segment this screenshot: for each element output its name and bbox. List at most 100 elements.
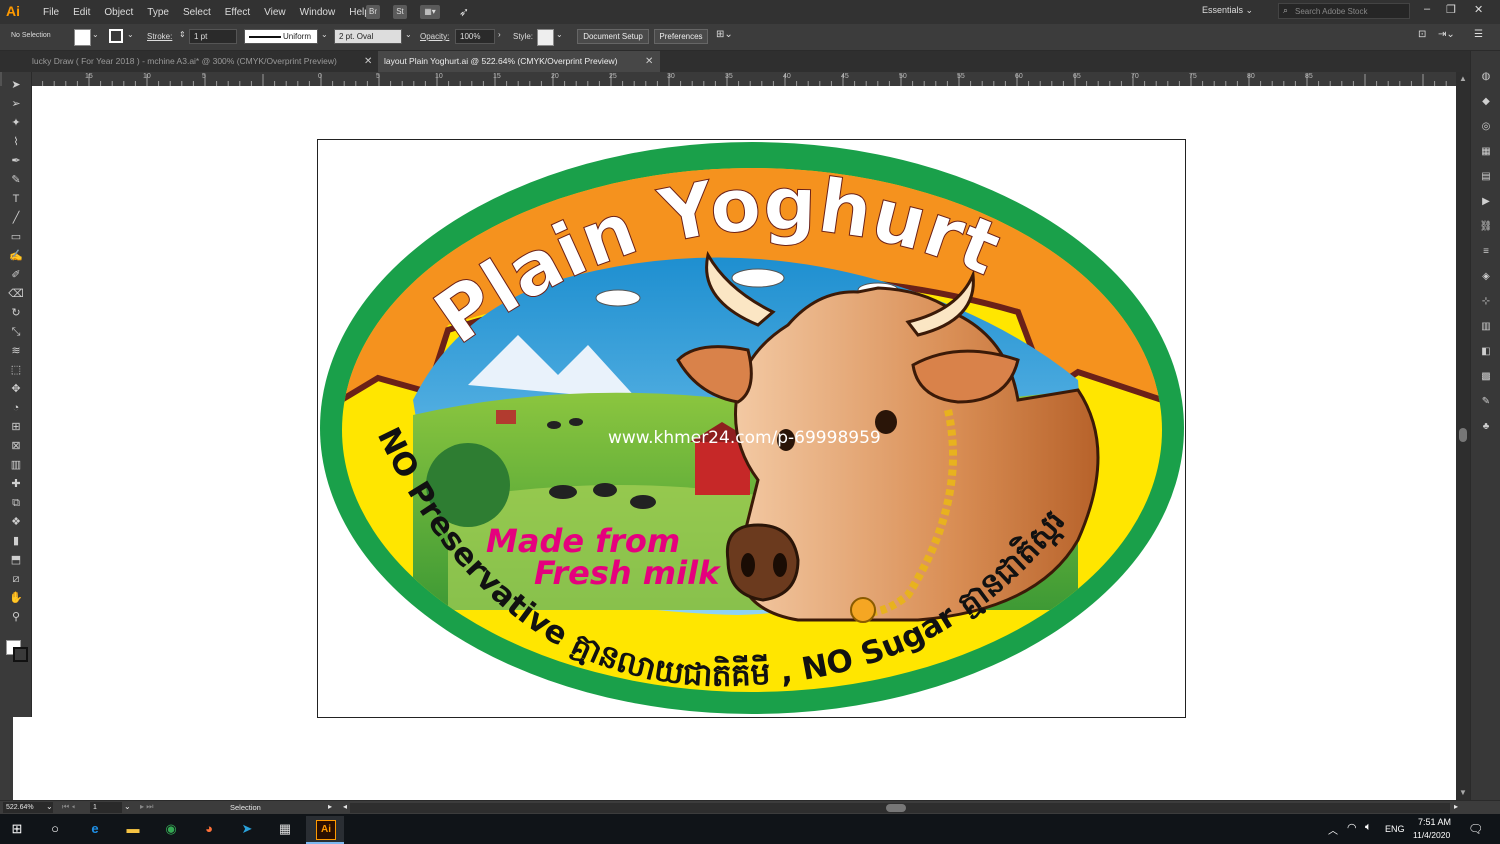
minimize-icon[interactable]: – — [1424, 3, 1430, 15]
hscroll-right-icon[interactable]: ▸ — [1454, 802, 1458, 811]
lasso-tool-icon[interactable]: ⌇ — [8, 135, 24, 149]
type-tool-icon[interactable]: T — [8, 192, 24, 206]
rectangle-tool-icon[interactable]: ▭ — [8, 230, 24, 244]
stroke-profile-dropdown-icon[interactable]: ⌄ — [321, 30, 328, 39]
search-adobe-stock-input[interactable]: Search Adobe Stock — [1278, 3, 1410, 19]
clock-date[interactable]: 11/4/2020 — [1413, 830, 1450, 840]
scale-tool-icon[interactable]: ⤡ — [8, 325, 24, 339]
column-graph-tool-icon[interactable]: ▮ — [8, 534, 24, 548]
shaper-tool-icon[interactable]: ✐ — [8, 268, 24, 282]
gradient-panel-icon[interactable]: ▤ — [1479, 171, 1493, 183]
language-indicator[interactable]: ENG — [1385, 824, 1405, 834]
menu-edit[interactable]: Edit — [66, 7, 97, 18]
actions-panel-icon[interactable]: ▶ — [1479, 196, 1493, 208]
magic-wand-tool-icon[interactable]: ✦ — [8, 116, 24, 130]
artboard-dropdown-icon[interactable]: ⌄ — [124, 802, 131, 811]
tab-plain-yoghurt[interactable]: layout Plain Yoghurt.ai @ 522.64% (CMYK/… — [378, 51, 660, 72]
free-transform-tool-icon[interactable]: ⬚ — [8, 363, 24, 377]
scroll-thumb[interactable] — [1459, 428, 1467, 442]
preferences-button[interactable]: Preferences — [654, 29, 708, 44]
gradient-tool-icon[interactable]: ▥ — [8, 458, 24, 472]
stroke-swatch-dropdown-icon[interactable]: ⌄ — [127, 30, 134, 39]
calculator-icon[interactable]: ▦ — [276, 820, 294, 838]
tab-close-icon[interactable]: ✕ — [645, 56, 653, 67]
menu-select[interactable]: Select — [176, 7, 218, 18]
color-guide-panel-icon[interactable]: ▦ — [1479, 146, 1493, 158]
style-dropdown-icon[interactable]: ⌄ — [556, 30, 563, 39]
eraser-tool-icon[interactable]: ⌫ — [8, 287, 24, 301]
shape-builder-tool-icon[interactable]: ◔ — [8, 401, 24, 415]
image-trace-panel-icon[interactable]: ▩ — [1479, 371, 1493, 383]
perspective-grid-tool-icon[interactable]: ⊞ — [8, 420, 24, 434]
menu-type[interactable]: Type — [140, 7, 176, 18]
libraries-panel-icon[interactable]: ◆ — [1479, 96, 1493, 108]
horizontal-ruler[interactable]: 15 10 5 0 5 10 15 20 25 30 35 40 45 50 5… — [31, 72, 1456, 87]
align-panel-icon[interactable]: ▥ — [1479, 321, 1493, 333]
links-panel-icon[interactable]: ⛓ — [1479, 221, 1493, 233]
color-panel-icon[interactable]: ◍ — [1479, 71, 1493, 83]
arrange-icon[interactable]: ⊞⌄ — [716, 29, 733, 40]
hscroll-left-icon[interactable]: ◂ — [343, 802, 347, 811]
layers-panel-icon[interactable]: ◈ — [1479, 271, 1493, 283]
direct-selection-tool-icon[interactable]: ➢ — [8, 97, 24, 111]
tray-chevron-icon[interactable]: ︿ — [1328, 822, 1338, 837]
paintbrush-tool-icon[interactable]: ✍ — [8, 249, 24, 263]
stroke-swatch[interactable] — [109, 29, 123, 43]
edge-icon[interactable]: e — [86, 820, 104, 838]
align-icon[interactable]: ⊡ — [1418, 29, 1426, 40]
symbol-sprayer-tool-icon[interactable]: ❖ — [8, 515, 24, 529]
scroll-down-icon[interactable]: ▼ — [1459, 788, 1467, 797]
fill-swatch[interactable] — [74, 29, 91, 46]
status-menu-icon[interactable]: ▸ — [328, 802, 332, 811]
curvature-tool-icon[interactable]: ✎ — [8, 173, 24, 187]
restore-icon[interactable]: ❐ — [1446, 3, 1456, 16]
hscroll-thumb[interactable] — [886, 804, 906, 812]
brush-definition-select[interactable]: 2 pt. Oval — [334, 29, 402, 44]
cortana-search-icon[interactable]: ○ — [46, 820, 64, 838]
tab-close-icon[interactable]: ✕ — [364, 56, 372, 67]
fill-dropdown-icon[interactable]: ⌄ — [92, 30, 99, 39]
artboard[interactable]: Plain Yoghurt Made from Fresh milk www.k… — [317, 139, 1186, 718]
stroke-stepper-icon[interactable]: ⇕ — [179, 30, 186, 39]
eyedropper-tool-icon[interactable]: ✚ — [8, 477, 24, 491]
stroke-weight-field[interactable]: 1 pt — [189, 29, 237, 44]
tab-lucky-draw[interactable]: lucky Draw ( For Year 2018 ) - mchine A3… — [26, 51, 377, 72]
symbols-panel-icon[interactable]: ♣ — [1479, 421, 1493, 433]
line-tool-icon[interactable]: ╱ — [8, 211, 24, 225]
windows-start-icon[interactable]: ⊞ — [8, 820, 26, 838]
appearance-panel-icon[interactable]: ◎ — [1479, 121, 1493, 133]
transform-panel-icon[interactable]: ⊹ — [1479, 296, 1493, 308]
opacity-label[interactable]: Opacity: — [420, 32, 449, 41]
menu-effect[interactable]: Effect — [218, 7, 257, 18]
opacity-arrow-icon[interactable]: › — [498, 30, 501, 39]
brushes-panel-icon[interactable]: ✎ — [1479, 396, 1493, 408]
arrange-documents-icon[interactable]: ▦▾ — [420, 5, 440, 19]
selection-tool-icon[interactable]: ➤ — [8, 78, 24, 92]
gpu-rocket-icon[interactable]: ➶ — [457, 5, 471, 19]
volume-icon[interactable]: 🔈︎ — [1365, 821, 1372, 834]
rotate-tool-icon[interactable]: ↻ — [8, 306, 24, 320]
bridge-icon[interactable]: Br — [366, 5, 380, 19]
scroll-up-icon[interactable]: ▲ — [1459, 74, 1467, 83]
hand-tool-icon[interactable]: ✋ — [8, 591, 24, 605]
blend-tool-icon[interactable]: ⧉ — [8, 496, 24, 510]
telegram-icon[interactable]: ➤ — [238, 820, 256, 838]
first-artboard-icon[interactable]: ⏮ ◂ — [62, 802, 75, 812]
pen-tool-icon[interactable]: ✒ — [8, 154, 24, 168]
chrome-icon[interactable]: ◉ — [162, 820, 180, 838]
pathfinder-panel-icon[interactable]: ◧ — [1479, 346, 1493, 358]
puppet-warp-tool-icon[interactable]: ✥ — [8, 382, 24, 396]
stock-icon[interactable]: St — [393, 5, 407, 19]
zoom-dropdown-icon[interactable]: ⌄ — [46, 802, 53, 811]
file-explorer-icon[interactable]: ▬ — [124, 820, 142, 838]
last-artboard-icon[interactable]: ▸ ⏭ — [140, 802, 153, 812]
stroke-panel-icon[interactable]: ≡ — [1479, 246, 1493, 258]
warp-tool-icon[interactable]: ≋ — [8, 344, 24, 358]
document-setup-button[interactable]: Document Setup — [577, 29, 649, 44]
transform-icon[interactable]: ⇥⌄ — [1438, 29, 1455, 40]
workspace-switcher[interactable]: Essentials ⌄ — [1202, 5, 1253, 16]
brush-dropdown-icon[interactable]: ⌄ — [405, 30, 412, 39]
mesh-tool-icon[interactable]: ⊠ — [8, 439, 24, 453]
menu-window[interactable]: Window — [293, 7, 343, 18]
zoom-tool-icon[interactable]: ⚲ — [8, 610, 24, 624]
